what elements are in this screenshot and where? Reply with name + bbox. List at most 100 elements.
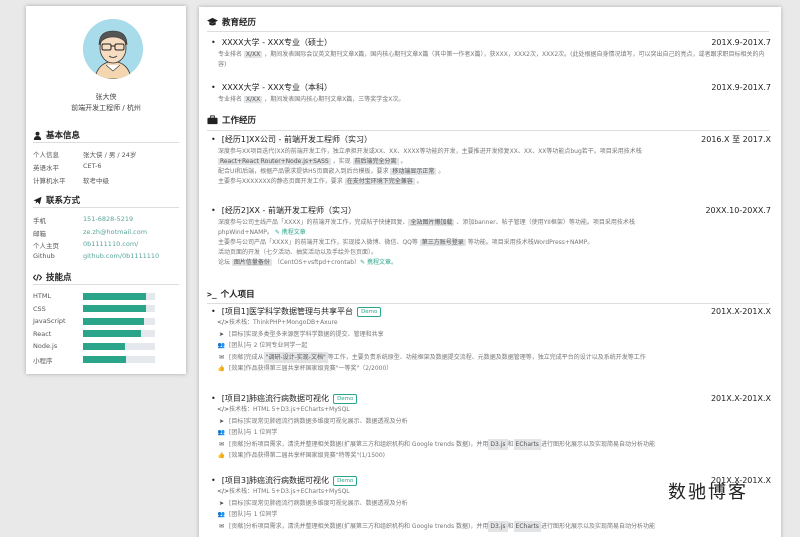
line-text: [效果]作品获得第三届共享杯国家级竞赛"一等奖"（2/2000） bbox=[229, 365, 393, 372]
skill-name: CSS bbox=[33, 304, 46, 313]
phone-link[interactable]: 151-6828-5219 bbox=[83, 215, 133, 225]
project-title: [项目2]肺癌流行病数据可视化 bbox=[221, 394, 330, 403]
line-text: phpWind+NAMP。 bbox=[218, 229, 273, 236]
bullet-line: React+React Router+Node.js+SASS ，实现 前后端完… bbox=[218, 157, 771, 167]
line-text: 活动页面的开发（七夕活动、抽奖活动以及手绘外包页面）。 bbox=[218, 249, 378, 256]
divider bbox=[207, 303, 769, 304]
bullet-line: 活动页面的开发（七夕活动、抽奖活动以及手绘外包页面）。 bbox=[218, 248, 771, 258]
project-detail-line: ✉ [贡献]分析项目需求，清洗并整理相关数据(扩展第三方和组织机构和 Google… bbox=[211, 520, 771, 532]
demo-badge-link[interactable]: Demo bbox=[333, 475, 358, 486]
project-title: [项目1]医学科学数据管理与共享平台 bbox=[221, 307, 354, 316]
skill-row: 小程序 bbox=[33, 355, 155, 365]
demo-badge-link[interactable]: Demo bbox=[357, 306, 382, 317]
project-detail-line: </> 技术栈：HTML 5+D3.js+ECharts+MySQL bbox=[211, 404, 771, 416]
user-icon bbox=[33, 131, 42, 140]
skills-heading: 技能点 bbox=[33, 271, 72, 283]
education-heading: 教育经历 bbox=[207, 16, 256, 28]
line-text: 主要参与XXXXXXX的静态页面开发工作，要求 bbox=[218, 178, 345, 185]
line-text: 进行图形化展示以及实现简易自动分析功能 bbox=[540, 440, 655, 448]
contact-row-phone: 手机 151-6828-5219 bbox=[33, 215, 133, 225]
line-text: 。 bbox=[414, 178, 423, 185]
briefcase-icon bbox=[207, 115, 218, 125]
skill-level-bar bbox=[83, 317, 155, 325]
code-icon: </> bbox=[217, 488, 230, 495]
line-text: 。 bbox=[436, 168, 445, 175]
desc-text: ，期间发表国际会议英文期刊文章X篇，国内核心期刊文章X篇（其中第一作者X篇），获… bbox=[218, 51, 765, 68]
highlight: D3.js bbox=[488, 438, 508, 450]
entry-date: 201X.9-201X.7 bbox=[711, 83, 771, 92]
line-text: 、添加banner、帖子管理（使用YII框架）等功能。项目采用技术栈 bbox=[454, 219, 635, 226]
mail-icon: ✉ bbox=[218, 440, 225, 448]
bullet-line: 论坛 图片信量备份 （CentOS+vsftpd+crontab）✎ 携程文章。 bbox=[218, 258, 771, 268]
contact-row-email: 邮箱 ze.zh@hotmail.com bbox=[33, 228, 147, 238]
entry-title: [经历1]XX公司 - 前端开发工程师（实习） bbox=[211, 134, 372, 145]
homepage-link[interactable]: 0b1111110.com/ bbox=[83, 240, 138, 250]
contact-row-homepage: 个人主页 0b1111110.com/ bbox=[33, 240, 138, 250]
skill-level-bar bbox=[83, 292, 155, 300]
paper-plane-icon bbox=[33, 196, 42, 205]
users-icon: 👥 bbox=[217, 429, 226, 436]
line-text: 。 bbox=[398, 158, 407, 165]
row-value: 软考中级 bbox=[83, 177, 109, 185]
highlight: 全站图片懒加载 bbox=[408, 219, 455, 226]
basic-info-heading: 基本信息 bbox=[33, 129, 80, 141]
email-link[interactable]: ze.zh@hotmail.com bbox=[83, 228, 147, 238]
bullet-line: 深度参与XX项目迭代(XX的前端开发工作，独立承担开发或XX、XX、XXXX等功… bbox=[218, 147, 771, 157]
thumbs-up-icon: 👍 bbox=[217, 452, 226, 459]
line-text: 技术栈：HTML 5+D3.js+ECharts+MySQL bbox=[229, 488, 350, 495]
bullet-line: 主要参与XXXXXXX的静态页面开发工作，要求 在支付宝环境下完全兼容 。 bbox=[218, 177, 771, 187]
project-title: [项目3]肺癌流行病数据可视化 bbox=[221, 476, 330, 485]
divider bbox=[207, 31, 769, 32]
line-text: [目标]实现常见肺癌流行病数据多维度可视化展示、数据透视及分析 bbox=[229, 417, 408, 425]
project-detail-line: 👥 [团队]与 2 位同专业同学一起 bbox=[211, 340, 771, 352]
code-icon bbox=[33, 273, 42, 281]
skill-name: React bbox=[33, 329, 52, 338]
skill-name: Node.js bbox=[33, 342, 58, 350]
divider bbox=[33, 207, 179, 208]
project-detail-line: 👍 [效果]作品获得第二届共享杯国家级竞赛"特等奖"(1/1500) bbox=[211, 450, 771, 462]
line-text: [效果]作品获得第二届共享杯国家级竞赛"特等奖"(1/1500) bbox=[229, 452, 385, 459]
line-text: [目标]实现多类型多来源医学科学数据的提交、管理和共享 bbox=[229, 330, 384, 338]
github-link[interactable]: github.com/0b1111110 bbox=[83, 252, 159, 260]
project-detail-line: ➤ [目标]实现多类型多来源医学科学数据的提交、管理和共享 bbox=[211, 329, 771, 341]
entry-title: [项目1]医学科学数据管理与共享平台Demo bbox=[211, 306, 382, 317]
skill-name: 小程序 bbox=[33, 356, 53, 365]
entry-title: [项目2]肺癌流行病数据可视化Demo bbox=[211, 393, 358, 404]
line-text: 论坛 bbox=[218, 259, 232, 266]
skill-level-fill bbox=[83, 292, 147, 300]
projects-heading: >_ 个人项目 bbox=[207, 288, 255, 301]
line-text: ，实现 bbox=[330, 158, 353, 165]
entry-description: 专业排名 X/XX ，期间发表国际会议英文期刊文章X篇，国内核心期刊文章X篇（其… bbox=[211, 50, 771, 70]
skill-name: HTML bbox=[33, 292, 52, 300]
project-detail-line: ✉ [贡献]完成从 "调研-设计-实现-文档" 等工作，主要负责系统原型、功能框架… bbox=[211, 351, 771, 363]
skill-row: HTML bbox=[33, 292, 155, 300]
skill-level-fill bbox=[83, 330, 141, 337]
skill-level-fill bbox=[83, 356, 127, 363]
row-value: CET-6 bbox=[83, 162, 102, 170]
skill-level-bar bbox=[83, 342, 155, 350]
work-title: 工作经历 bbox=[222, 116, 257, 126]
bullet-line: 配合UI和后端，根据产品需求提供H5页面嵌入到后台模板，要求 移动端显示正常 。 bbox=[218, 167, 771, 177]
highlight: 在支付宝环境下完全兼容 bbox=[344, 178, 415, 185]
education-entry: XXXX大学 - XXX专业（硕士） 201X.9-201X.7 专业排名 X/X… bbox=[211, 37, 771, 70]
line-text: 配合UI和后端，根据产品需求提供H5页面嵌入到后台模板，要求 bbox=[218, 168, 391, 175]
divider bbox=[33, 284, 179, 285]
highlight: 第三方账号登录 bbox=[419, 239, 466, 246]
send-icon: ➤ bbox=[218, 330, 225, 338]
resume-main: 教育经历 XXXX大学 - XXX专业（硕士） 201X.9-201X.7 专业排… bbox=[199, 7, 781, 537]
code-icon: </> bbox=[217, 406, 230, 413]
article-link[interactable]: ✎ 携程文章。 bbox=[360, 259, 397, 266]
row-key: 邮箱 bbox=[33, 230, 46, 238]
project-detail-line: ➤ [目标]实现常见肺癌流行病数据多维度可视化展示、数据透视及分析 bbox=[211, 416, 771, 428]
line-text: 主要参与公司产品「XXXX」的前端开发工作，实现接入微博、微信、QQ等 bbox=[218, 239, 420, 246]
highlight: React+React Router+Node.js+SASS bbox=[218, 158, 331, 165]
send-icon: ➤ bbox=[218, 499, 225, 507]
article-link[interactable]: ✎ 携程文章 bbox=[275, 229, 306, 236]
divider bbox=[207, 130, 769, 131]
demo-badge-link[interactable]: Demo bbox=[333, 393, 358, 404]
project-detail-line: 👥 [团队]与 1 位同学 bbox=[211, 509, 771, 521]
skills-title: 技能点 bbox=[46, 273, 72, 283]
line-text: 等工作，主要负责系统原型、功能框架及数据提交流程、元数据及数据管理等，独立完成平… bbox=[327, 353, 646, 361]
line-text: [贡献]完成从 bbox=[229, 353, 264, 361]
line-text: [团队]与 1 位同学 bbox=[229, 511, 278, 518]
